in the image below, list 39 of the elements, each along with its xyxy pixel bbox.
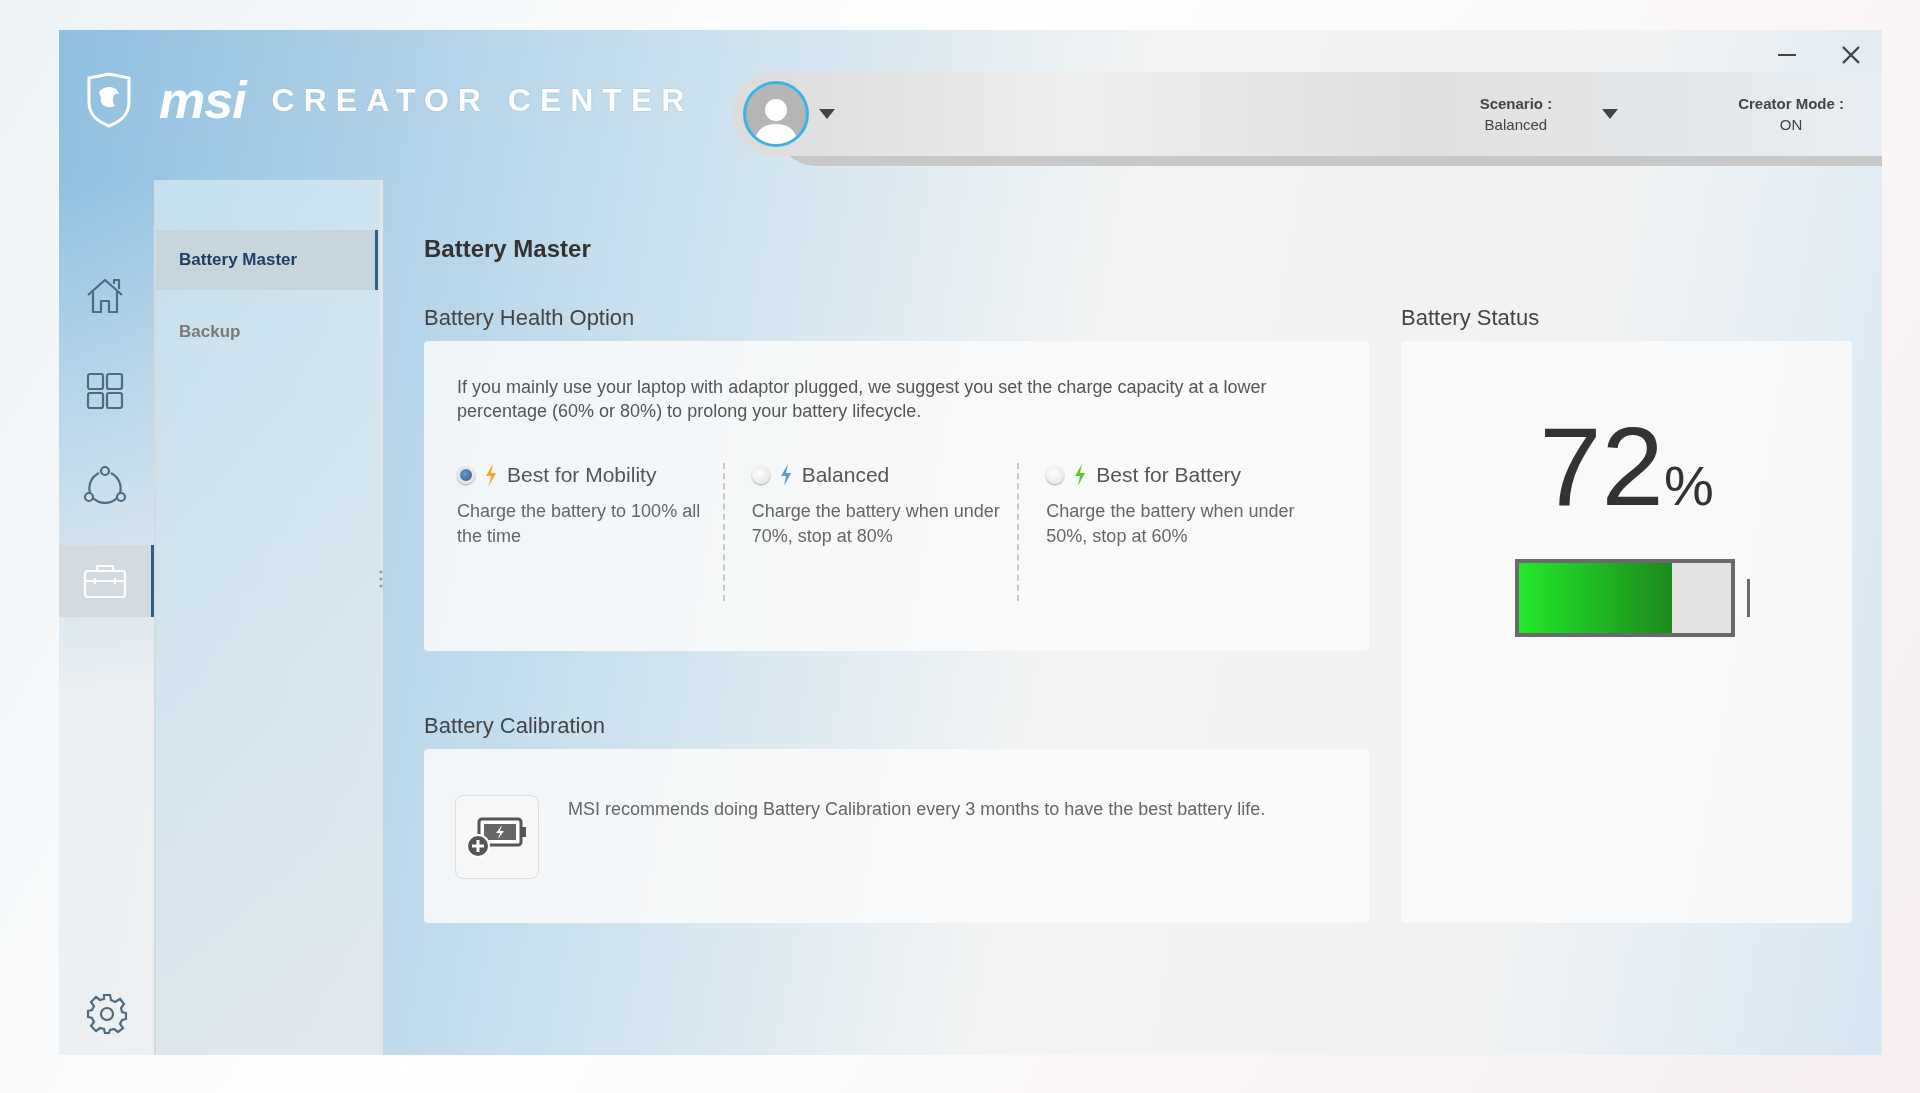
settings-icon: [85, 992, 128, 1034]
option-description: Charge the battery to 100% all the time: [457, 500, 702, 548]
close-icon: [1841, 45, 1861, 65]
description-text: If you mainly use your laptop with adaptor plugged, we suggest you set the charge capacity at a lower percentage (60% or 80%) to prolong your battery lifecycle.: [457, 376, 1268, 423]
calibration-button[interactable]: [455, 795, 539, 879]
product-name: CREATOR CENTER: [271, 81, 694, 119]
battery-percentage: 72: [1539, 411, 1664, 523]
grid-icon: [86, 372, 124, 410]
option-description: Charge the battery when under 70%, stop at 80%: [751, 500, 1001, 548]
battery-terminal: [1747, 579, 1750, 617]
creator-mode-label: Creator Mode :: [1738, 95, 1844, 112]
scenario-value: Balanced: [1484, 116, 1548, 133]
caret-icon[interactable]: [819, 109, 836, 119]
section-heading: Battery Status: [1401, 305, 1541, 331]
section-heading: Battery Calibration: [424, 713, 606, 739]
radio-button[interactable]: [1046, 466, 1065, 484]
creator-mode-value: ON: [1779, 116, 1803, 133]
radio-button[interactable]: [457, 466, 475, 484]
connection-circle-icon: [83, 465, 127, 507]
battery-plus-icon: [465, 815, 529, 859]
submenu-item[interactable]: Battery Master: [156, 230, 378, 290]
resize-handle-icon[interactable]: [379, 570, 383, 588]
page-title: Battery Master: [424, 235, 592, 263]
nav-rail-item[interactable]: [59, 545, 154, 617]
radio-button[interactable]: [751, 466, 770, 484]
shield-logo-icon: [85, 72, 133, 128]
percent-sign: %: [1663, 453, 1714, 518]
brand-logo: msi: [159, 70, 246, 130]
toolbox-icon: [83, 563, 127, 599]
option-label: Best for Battery: [1096, 463, 1242, 487]
option-label: Balanced: [801, 463, 890, 487]
avatar-button[interactable]: [743, 81, 810, 147]
caret-icon[interactable]: [1602, 109, 1619, 119]
calibration-text: MSI recommends doing Battery Calibration every 3 months to have the best battery life.: [568, 799, 1266, 820]
section-heading: Battery Health Option: [424, 305, 636, 331]
scenario-label: Scenario :: [1479, 95, 1553, 112]
minimize-icon: [1778, 53, 1796, 57]
option-description: Charge the battery when under 50%, stop at 60%: [1046, 500, 1296, 548]
option-label: Best for Mobility: [507, 463, 657, 487]
